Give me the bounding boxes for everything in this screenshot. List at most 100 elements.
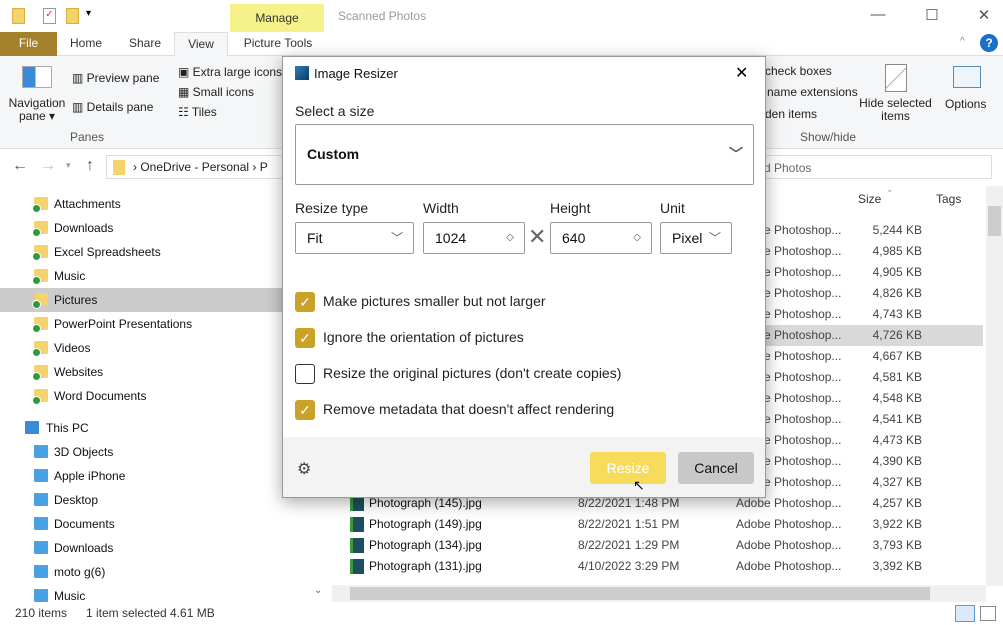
window-title: Scanned Photos — [338, 9, 427, 23]
up-icon[interactable]: ↑ — [86, 157, 94, 175]
sidebar-item[interactable]: Documents — [0, 512, 290, 536]
tab-file[interactable]: File — [0, 32, 57, 56]
sidebar-item[interactable]: Attachments — [0, 192, 290, 216]
size-dropdown[interactable]: Custom ﹀ — [295, 124, 754, 185]
sidebar-item[interactable]: Websites — [0, 360, 290, 384]
resize-type-dropdown[interactable]: Fit ﹀ — [295, 222, 414, 254]
collapse-ribbon-icon[interactable]: ^ — [960, 36, 965, 47]
sidebar-item[interactable]: Videos — [0, 336, 290, 360]
back-icon[interactable]: ← — [12, 157, 28, 175]
spinner-icon[interactable]: ◇ — [633, 223, 641, 253]
sidebar-item[interactable]: Pictures — [0, 288, 290, 312]
width-input[interactable]: 1024 ◇ — [423, 222, 525, 254]
tab-home[interactable]: Home — [62, 32, 110, 56]
scroll-thumb[interactable] — [988, 206, 1001, 236]
address-input[interactable]: › OneDrive - Personal › P — [106, 155, 306, 179]
preview-pane-label: Preview pane — [86, 71, 160, 85]
large-icons-view-icon[interactable] — [980, 606, 996, 621]
tab-share[interactable]: Share — [120, 32, 170, 56]
layout-label: Extra large icons — [192, 65, 283, 79]
height-input[interactable]: 640 ◇ — [550, 222, 652, 254]
hide-selected-items-button[interactable]: Hide selected items — [858, 97, 933, 123]
file-name: Photograph (131).jpg — [369, 559, 482, 573]
new-folder-icon[interactable] — [66, 8, 79, 24]
file-name: Photograph (149).jpg — [369, 517, 482, 531]
spinner-icon[interactable]: ◇ — [506, 223, 514, 253]
sidebar-item[interactable]: Downloads — [0, 536, 290, 560]
breadcrumb-item[interactable]: OneDrive - Personal — [140, 160, 249, 174]
horizontal-scrollbar[interactable] — [332, 585, 986, 602]
checkbox[interactable]: ✓ — [295, 328, 315, 348]
hide-selected-icon[interactable] — [885, 64, 907, 92]
layout-tiles[interactable]: ☷ Tiles — [178, 105, 217, 119]
selection-info: 1 item selected 4.61 MB — [86, 606, 215, 620]
breadcrumb-item[interactable]: P — [260, 160, 268, 174]
maximize-button[interactable]: ☐ — [922, 6, 942, 24]
layout-extra-large-icons[interactable]: ▣ Extra large icons — [178, 65, 282, 79]
preview-pane-button[interactable]: ▥ Preview pane — [72, 71, 159, 85]
details-pane-label: Details pane — [86, 100, 154, 114]
checkbox[interactable]: ✓ — [295, 292, 315, 312]
search-input[interactable]: d Photos — [760, 155, 992, 179]
sync-status-icon — [32, 300, 41, 309]
tab-picture-tools[interactable]: Picture Tools — [232, 32, 324, 56]
image-resizer-dialog: Image Resizer ✕ Select a size Custom ﹀ Re… — [282, 56, 766, 498]
vertical-scrollbar[interactable] — [986, 186, 1003, 586]
file-row[interactable]: Photograph (131).jpg 4/10/2022 3:29 PM Ado… — [338, 556, 983, 577]
sidebar-item[interactable]: Apple iPhone — [0, 464, 290, 488]
item-check-boxes-option[interactable]: check boxes — [765, 64, 832, 78]
sidebar-item[interactable]: moto g(6) — [0, 560, 290, 584]
device-icon — [34, 493, 48, 506]
sidebar-item[interactable]: Downloads — [0, 216, 290, 240]
resize-button[interactable]: Resize — [590, 452, 666, 484]
layout-small-icons[interactable]: ▦ Small icons — [178, 85, 254, 99]
file-name-extensions-option[interactable]: name extensions — [767, 85, 858, 99]
scroll-thumb[interactable] — [350, 587, 930, 600]
navigation-pane-button[interactable]: Navigation pane ▾ — [8, 97, 66, 123]
sync-status-icon — [32, 228, 41, 237]
sidebar-item[interactable]: Word Documents — [0, 384, 290, 408]
hidden-items-option[interactable]: den items — [765, 107, 817, 121]
details-view-icon[interactable] — [955, 605, 975, 622]
file-size: 4,327 KB — [872, 475, 922, 489]
sidebar-scroll-down[interactable]: ⌄ — [314, 585, 322, 596]
forward-icon[interactable]: → — [40, 157, 56, 175]
tab-view[interactable]: View — [174, 32, 228, 56]
sidebar-item[interactable]: 3D Objects — [0, 440, 290, 464]
properties-icon[interactable]: ✓ — [43, 8, 56, 24]
column-header-tags[interactable]: Tags — [936, 192, 961, 206]
option-label: Resize the original pictures (don't crea… — [323, 365, 622, 381]
file-type: Adobe Photoshop... — [736, 538, 842, 552]
file-row[interactable]: Photograph (149).jpg 8/22/2021 1:51 PM Ado… — [338, 514, 983, 535]
cancel-button[interactable]: Cancel — [678, 452, 754, 484]
dialog-close-button[interactable]: ✕ — [735, 63, 748, 83]
sidebar-item[interactable]: Desktop — [0, 488, 290, 512]
manage-context-tab[interactable]: Manage — [230, 4, 324, 32]
checkbox[interactable]: ✓ — [295, 400, 315, 420]
settings-gear-icon[interactable]: ⚙ — [297, 459, 311, 479]
close-button[interactable]: ✕ — [974, 6, 994, 24]
navigation-pane-icon[interactable] — [22, 66, 52, 88]
options-button[interactable]: Options — [945, 97, 986, 111]
breadcrumb[interactable]: › OneDrive - Personal › P — [133, 160, 268, 174]
sidebar-item[interactable]: PowerPoint Presentations — [0, 312, 290, 336]
sidebar-item[interactable]: Music — [0, 264, 290, 288]
sidebar-item[interactable]: Excel Spreadsheets — [0, 240, 290, 264]
minimize-button[interactable]: — — [868, 6, 888, 23]
file-row[interactable]: Photograph (134).jpg 8/22/2021 1:29 PM Ado… — [338, 535, 983, 556]
sidebar-item-label: Downloads — [54, 221, 114, 235]
show-hide-group-label: Show/hide — [800, 130, 857, 144]
select-size-label: Select a size — [295, 103, 375, 119]
sort-indicator-icon: ⌄ — [886, 184, 894, 194]
unit-dropdown[interactable]: Pixel ﹀ — [660, 222, 732, 254]
recent-locations-icon[interactable]: ▾ — [66, 160, 71, 171]
column-header-size[interactable]: Size — [858, 192, 881, 206]
options-icon[interactable] — [953, 66, 981, 88]
sidebar-item[interactable]: This PC — [0, 416, 290, 440]
sidebar-item-label: Videos — [54, 341, 91, 355]
details-pane-button[interactable]: ▥ Details pane — [72, 100, 153, 114]
help-icon[interactable]: ? — [980, 34, 998, 52]
customize-toolbar-icon[interactable]: ▾ — [86, 8, 91, 19]
file-size: 4,726 KB — [872, 328, 922, 342]
checkbox[interactable] — [295, 364, 315, 384]
